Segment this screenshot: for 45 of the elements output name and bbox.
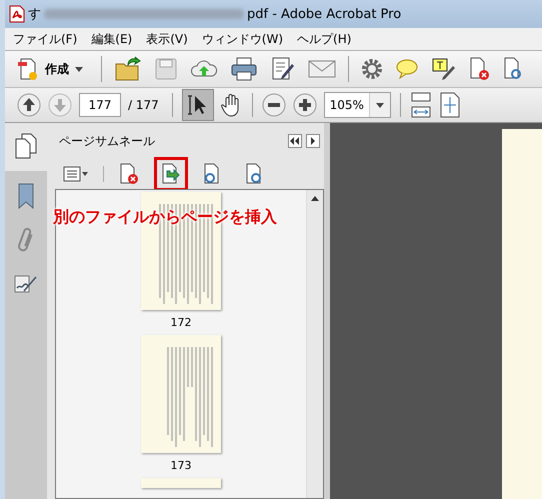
panel-title: ページサムネール (59, 132, 156, 150)
page-thumbnail[interactable] (141, 478, 221, 488)
scroll-up-icon[interactable] (311, 196, 319, 201)
insert-page-icon[interactable] (160, 163, 182, 185)
fit-width-icon[interactable] (410, 92, 432, 118)
bookmark-icon[interactable] (17, 183, 35, 209)
page-number: 173 (170, 459, 192, 472)
select-cursor-icon[interactable] (182, 89, 214, 121)
fit-page-icon[interactable] (438, 92, 461, 118)
comment-icon[interactable] (395, 58, 419, 80)
previous-page-icon[interactable] (17, 93, 41, 117)
caret-icon (75, 66, 83, 72)
menu-item[interactable]: 編集(E) (91, 30, 132, 48)
zoom-dropdown[interactable]: 105% (324, 92, 391, 118)
collapse-left-icon[interactable] (288, 134, 302, 148)
zoom-in-icon[interactable] (292, 93, 317, 117)
window-title: す (28, 6, 41, 23)
settings-icon[interactable] (361, 58, 383, 80)
signature-icon[interactable] (14, 273, 38, 295)
menu-item[interactable]: ヘルプ(H) (297, 30, 352, 48)
pdf-file-icon (9, 5, 25, 23)
scrollbar[interactable] (306, 190, 323, 498)
caret-icon (376, 102, 384, 108)
expand-right-icon[interactable] (306, 134, 320, 148)
edit-document-icon[interactable] (270, 56, 296, 82)
menu-item[interactable]: 表示(V) (146, 30, 188, 48)
options-menu-icon[interactable] (63, 166, 89, 182)
open-folder-icon[interactable] (114, 56, 142, 82)
page-thumbnail[interactable] (141, 335, 221, 453)
printer-icon[interactable] (230, 57, 258, 81)
page-number: 172 (170, 316, 192, 329)
text-pen-icon[interactable] (431, 57, 457, 81)
delete-page-icon[interactable] (118, 163, 140, 185)
page-number-field[interactable]: 177 (79, 93, 121, 117)
annotation-label: 別のファイルからページを挿入 (53, 207, 277, 228)
page-count: / 177 (128, 98, 159, 112)
zoom-out-icon[interactable] (262, 93, 286, 117)
new-document-icon (17, 57, 39, 81)
delete-page-icon[interactable] (469, 57, 491, 81)
menu-item[interactable]: ファイル(F) (13, 30, 78, 48)
menu-item[interactable]: ウィンドウ(W) (202, 30, 284, 48)
window-title: pdf - Adobe Acrobat Pro (247, 6, 402, 22)
pages-icon[interactable] (15, 133, 37, 159)
create-button[interactable]: 作成 (17, 57, 83, 81)
envelope-icon[interactable] (308, 59, 336, 79)
